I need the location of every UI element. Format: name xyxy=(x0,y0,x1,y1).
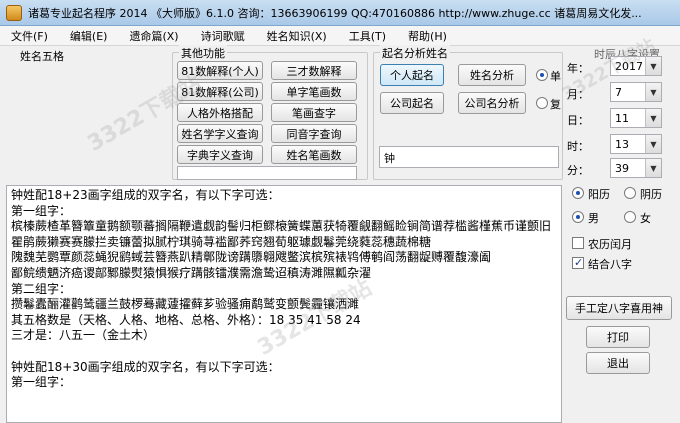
day-label: 日： xyxy=(567,114,589,127)
chevron-down-icon: ▼ xyxy=(645,83,661,101)
surname-input[interactable]: 钟 xyxy=(379,146,559,168)
month-value: 7 xyxy=(615,86,622,99)
male-label: 男 xyxy=(588,212,599,225)
other-input[interactable] xyxy=(177,166,357,180)
hour-select[interactable]: 13 ▼ xyxy=(610,134,662,154)
hour-label: 时： xyxy=(567,140,589,153)
lunar-radio[interactable] xyxy=(624,187,636,199)
print-button[interactable]: 打印 xyxy=(586,326,650,348)
btn-single-char-strokes[interactable]: 单字笔画数 xyxy=(271,82,357,101)
btn-dictionary[interactable]: 字典字义查询 xyxy=(177,145,263,164)
menu-edit[interactable]: 编辑(E) xyxy=(59,28,119,44)
wuge-panel: 姓名五格 xyxy=(6,50,168,180)
result-line: 攒鬈蠹酾灌鹳鸶疆兰鼓椤蓦藏蘧攉藓芗验骚痈鹬鹫变颤鬓霾镶洒濉 xyxy=(11,297,360,312)
day-value: 11 xyxy=(615,112,629,125)
chevron-down-icon: ▼ xyxy=(645,109,661,127)
app-icon xyxy=(6,4,22,21)
single-surname-label: 单 xyxy=(550,70,561,83)
year-label: 年： xyxy=(567,62,589,75)
btn-81-personal[interactable]: 81数解释(个人) xyxy=(177,61,263,80)
male-radio[interactable] xyxy=(572,211,584,223)
name-analysis-button[interactable]: 姓名分析 xyxy=(458,64,526,86)
analysis-label: 起名分析姓名 xyxy=(380,45,450,61)
result-line xyxy=(11,344,557,360)
result-line: 第一组字： xyxy=(11,203,72,218)
results-textarea[interactable]: 钟姓配18+23画字组成的双字名，有以下字可选： 第一组字： 槟榛蕨楂革簪簟童鹅… xyxy=(6,185,562,423)
result-line: 钟姓配18+30画字组成的双字名，有以下字可选： xyxy=(11,359,280,374)
wuge-label: 姓名五格 xyxy=(20,50,64,63)
year-select[interactable]: 2017 ▼ xyxy=(610,56,662,76)
btn-81-company[interactable]: 81数解释(公司) xyxy=(177,82,263,101)
menu-tools[interactable]: 工具(T) xyxy=(338,28,397,44)
btn-name-strokes[interactable]: 姓名笔画数 xyxy=(271,145,357,164)
window-title: 诸葛专业起名程序 2014 《大师版》6.1.0 咨询：13663906199 … xyxy=(28,6,642,20)
result-line: 隗魏芜鹦覃颜蕊蝇猊鹞蜮芸簪燕趴精鄣陇谤蹒隳翱飕鳖滨槟殡裱鸨傅鹌阎荡翻龊赙覆馥濠阖 xyxy=(11,250,492,265)
chevron-down-icon: ▼ xyxy=(645,135,661,153)
manual-bazi-button[interactable]: 手工定八字喜用神 xyxy=(566,296,672,320)
result-line: 槟榛蕨楂革簪簟童鹅额颚蕃搁隔鞭遣觑韵髻归柜鳏榱簧蝶蕙获犄覆觎翻鳐睑锏简谱荐槛酱槿… xyxy=(11,219,552,249)
menu-poetry[interactable]: 诗词歌赋 xyxy=(190,28,256,44)
solar-radio[interactable] xyxy=(572,187,584,199)
minute-select[interactable]: 39 ▼ xyxy=(610,158,662,178)
btn-stroke-lookup[interactable]: 笔画查字 xyxy=(271,103,357,122)
lunar-label: 阴历 xyxy=(640,188,662,201)
personal-name-button[interactable]: 个人起名 xyxy=(380,64,444,86)
chevron-down-icon: ▼ xyxy=(645,57,661,75)
single-surname-radio[interactable] xyxy=(536,69,548,81)
compound-surname-radio[interactable] xyxy=(536,97,548,109)
minute-label: 分： xyxy=(567,164,589,177)
chevron-down-icon: ▼ xyxy=(645,159,661,177)
result-line: 三才是：八五一（金土木） xyxy=(11,328,156,343)
solar-label: 阳历 xyxy=(588,188,610,201)
title-bar: 诸葛专业起名程序 2014 《大师版》6.1.0 咨询：13663906199 … xyxy=(0,0,680,26)
bazi-label: 结合八字 xyxy=(588,258,632,271)
hour-value: 13 xyxy=(615,138,629,151)
result-line: 鄙鲩缋魉济癌谡鄗鄹朦熨猿惧猴疗蹒骸镭濮需澹鸷迢稹涛濉隰瓤杂濯 xyxy=(11,265,372,280)
result-line: 第一组字： xyxy=(11,375,72,390)
month-select[interactable]: 7 ▼ xyxy=(610,82,662,102)
month-label: 月： xyxy=(567,88,589,101)
compound-surname-label: 复 xyxy=(550,98,561,111)
menu-name-knowledge[interactable]: 姓名知识(X) xyxy=(256,28,338,44)
bazi-checkbox[interactable] xyxy=(572,256,584,269)
result-line: 第二组字： xyxy=(11,281,72,296)
company-analysis-button[interactable]: 公司名分析 xyxy=(458,92,526,114)
btn-renge-waige[interactable]: 人格外格搭配 xyxy=(177,103,263,122)
year-value: 2017 xyxy=(615,60,643,73)
btn-sancai[interactable]: 三才数解释 xyxy=(271,61,357,80)
btn-name-meaning[interactable]: 姓名学字义查询 xyxy=(177,124,263,143)
leap-month-label: 农历闰月 xyxy=(588,238,632,251)
leap-month-checkbox[interactable] xyxy=(572,237,584,249)
company-name-button[interactable]: 公司起名 xyxy=(380,92,444,114)
result-line: 其五格数是（天格、人格、地格、总格、外格）：18 35 41 58 24 xyxy=(11,312,361,327)
exit-button[interactable]: 退出 xyxy=(586,352,650,374)
result-line: 钟姓配18+23画字组成的双字名，有以下字可选： xyxy=(11,188,280,202)
menu-help[interactable]: 帮助(H) xyxy=(397,28,458,44)
female-label: 女 xyxy=(640,212,651,225)
minute-value: 39 xyxy=(615,162,629,175)
female-radio[interactable] xyxy=(624,211,636,223)
day-select[interactable]: 11 ▼ xyxy=(610,108,662,128)
btn-homophone[interactable]: 同音字查询 xyxy=(271,124,357,143)
menu-legacy[interactable]: 遗命篇(X) xyxy=(118,28,189,44)
menu-file[interactable]: 文件(F) xyxy=(0,28,59,44)
menu-bar: 文件(F) 编辑(E) 遗命篇(X) 诗词歌赋 姓名知识(X) 工具(T) 帮助… xyxy=(0,26,680,46)
other-functions-label: 其他功能 xyxy=(179,45,227,61)
